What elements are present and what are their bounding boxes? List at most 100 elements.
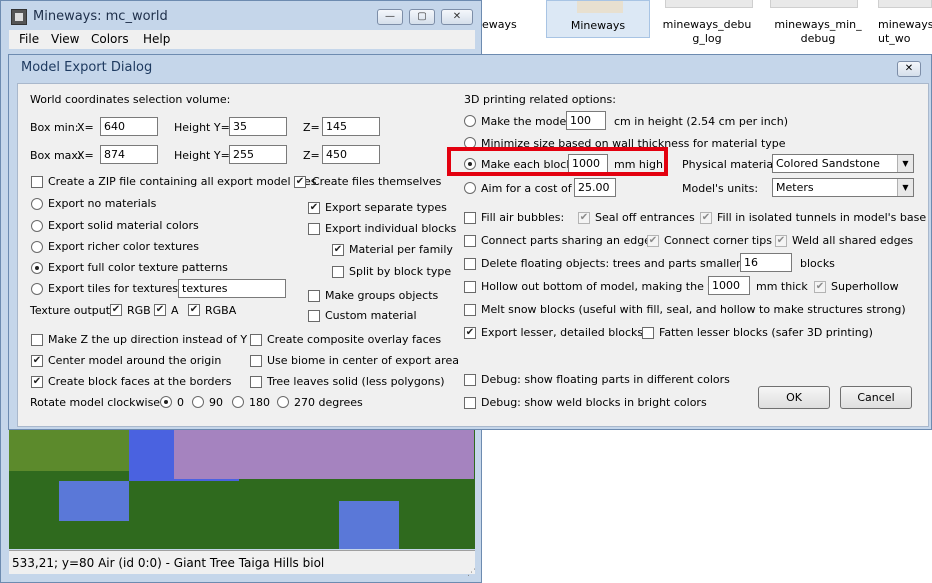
box-min-z-input[interactable]: 145 (322, 117, 380, 136)
app-icon (11, 9, 27, 25)
weld-edges-label: Weld all shared edges (792, 234, 914, 247)
box-max-y-input[interactable]: 255 (229, 145, 287, 164)
fill-air-checkbox[interactable] (464, 212, 476, 224)
z-label: Z= (303, 121, 320, 134)
rotate-label: Rotate model clockwise: (30, 396, 164, 409)
model-units-label: Model's units: (682, 182, 759, 195)
individual-blocks-checkbox[interactable] (308, 223, 320, 235)
tree-leaves-checkbox[interactable] (250, 376, 262, 388)
section-label: World coordinates selection volume: (30, 93, 231, 106)
composite-overlay-label: Create composite overlay faces (267, 333, 442, 346)
connect-parts-checkbox[interactable] (464, 235, 476, 247)
block-faces-checkbox[interactable] (31, 376, 43, 388)
file-tile-mineways[interactable]: Mineways (546, 0, 650, 38)
separate-types-checkbox[interactable] (308, 202, 320, 214)
rotate-0-radio[interactable] (160, 396, 172, 408)
block-faces-label: Create block faces at the borders (48, 375, 232, 388)
delete-floating-checkbox[interactable] (464, 258, 476, 270)
physical-material-value: Colored Sandstone (776, 157, 880, 170)
tiles-folder-input[interactable]: textures (178, 279, 286, 298)
custom-material-checkbox[interactable] (308, 310, 320, 322)
seal-entrances-checkbox[interactable] (578, 212, 590, 224)
export-full-textures-label: Export full color texture patterns (48, 261, 228, 274)
rgba-checkbox[interactable] (188, 304, 200, 316)
export-tiles-radio[interactable] (31, 283, 43, 295)
minimize-button[interactable]: — (377, 9, 403, 25)
create-files-checkbox[interactable] (294, 176, 306, 188)
dialog-close-button[interactable]: ✕ (897, 61, 921, 77)
custom-material-label: Custom material (325, 309, 417, 322)
fatten-lesser-checkbox[interactable] (642, 327, 654, 339)
export-richer-textures-radio[interactable] (31, 241, 43, 253)
seal-entrances-label: Seal off entrances (595, 211, 695, 224)
connect-corner-checkbox[interactable] (647, 235, 659, 247)
connect-corner-label: Connect corner tips (664, 234, 772, 247)
export-no-materials-radio[interactable] (31, 198, 43, 210)
menu-help[interactable]: Help (143, 32, 170, 46)
file-tile-eways[interactable]: eways (482, 0, 544, 60)
debug-weld-checkbox[interactable] (464, 397, 476, 409)
aim-cost-label: Aim for a cost of (481, 182, 572, 195)
weld-edges-checkbox[interactable] (775, 235, 787, 247)
floating-size-input[interactable]: 16 (740, 253, 792, 272)
export-richer-textures-label: Export richer color textures (48, 240, 199, 253)
model-units-select[interactable]: Meters ▼ (772, 178, 914, 197)
debug-floating-checkbox[interactable] (464, 374, 476, 386)
model-units-value: Meters (776, 181, 814, 194)
ok-button[interactable]: OK (758, 386, 830, 409)
cancel-button[interactable]: Cancel (840, 386, 912, 409)
map-view[interactable] (9, 421, 475, 549)
fill-tunnels-checkbox[interactable] (700, 212, 712, 224)
rotate-90-radio[interactable] (192, 396, 204, 408)
file-tile-mineways-out[interactable]: mineways ut_wo (874, 0, 932, 60)
export-lesser-checkbox[interactable] (464, 327, 476, 339)
alpha-checkbox[interactable] (154, 304, 166, 316)
model-height-input[interactable]: 100 (566, 111, 606, 130)
menu-file[interactable]: File (19, 32, 39, 46)
debug-weld-label: Debug: show weld blocks in bright colors (481, 396, 707, 409)
resize-grip[interactable]: ⋰ (467, 568, 479, 580)
split-by-block-type-checkbox[interactable] (332, 266, 344, 278)
make-groups-checkbox[interactable] (308, 290, 320, 302)
melt-snow-checkbox[interactable] (464, 304, 476, 316)
section-label: 3D printing related options: (464, 93, 616, 106)
export-tiles-label: Export tiles for textures to (48, 282, 193, 295)
export-full-textures-radio[interactable] (31, 262, 43, 274)
rgb-checkbox[interactable] (110, 304, 122, 316)
material-per-family-checkbox[interactable] (332, 244, 344, 256)
make-model-radio[interactable] (464, 115, 476, 127)
wall-thickness-input[interactable]: 1000 (708, 276, 750, 295)
composite-overlay-checkbox[interactable] (250, 334, 262, 346)
box-min-x-input[interactable]: 640 (100, 117, 158, 136)
use-biome-checkbox[interactable] (250, 355, 262, 367)
rotate-270-label: 270 degrees (294, 396, 363, 409)
export-solid-colors-radio[interactable] (31, 220, 43, 232)
rotate-180-radio[interactable] (232, 396, 244, 408)
maximize-button[interactable]: ▢ (409, 9, 435, 25)
chevron-down-icon: ▼ (897, 179, 913, 196)
z-up-checkbox[interactable] (31, 334, 43, 346)
aim-cost-radio[interactable] (464, 182, 476, 194)
box-max-x-input[interactable]: 874 (100, 145, 158, 164)
aim-cost-input[interactable]: 25.00 (574, 178, 616, 197)
debug-floating-label: Debug: show floating parts in different … (481, 373, 730, 386)
rotate-270-radio[interactable] (277, 396, 289, 408)
floating-size-suffix: blocks (800, 257, 835, 270)
center-model-checkbox[interactable] (31, 355, 43, 367)
file-tile-mineways-min-debug[interactable]: mineways_min_ debug (766, 0, 870, 60)
file-tile-mineways-debug-log[interactable]: mineways_debu g_log (656, 0, 760, 60)
physical-material-select[interactable]: Colored Sandstone ▼ (772, 154, 914, 173)
z-label: Z= (303, 149, 320, 162)
menu-view[interactable]: View (51, 32, 79, 46)
superhollow-checkbox[interactable] (814, 281, 826, 293)
material-per-family-label: Material per family (349, 243, 453, 256)
box-max-z-input[interactable]: 450 (322, 145, 380, 164)
split-by-block-type-label: Split by block type (349, 265, 452, 278)
menu-colors[interactable]: Colors (91, 32, 129, 46)
dialog-body: World coordinates selection volume: Box … (17, 83, 929, 427)
zip-checkbox[interactable] (31, 176, 43, 188)
close-button[interactable]: ✕ (441, 9, 473, 25)
box-min-y-input[interactable]: 35 (229, 117, 287, 136)
hollow-checkbox[interactable] (464, 281, 476, 293)
mineways-thumbnail (577, 1, 623, 13)
